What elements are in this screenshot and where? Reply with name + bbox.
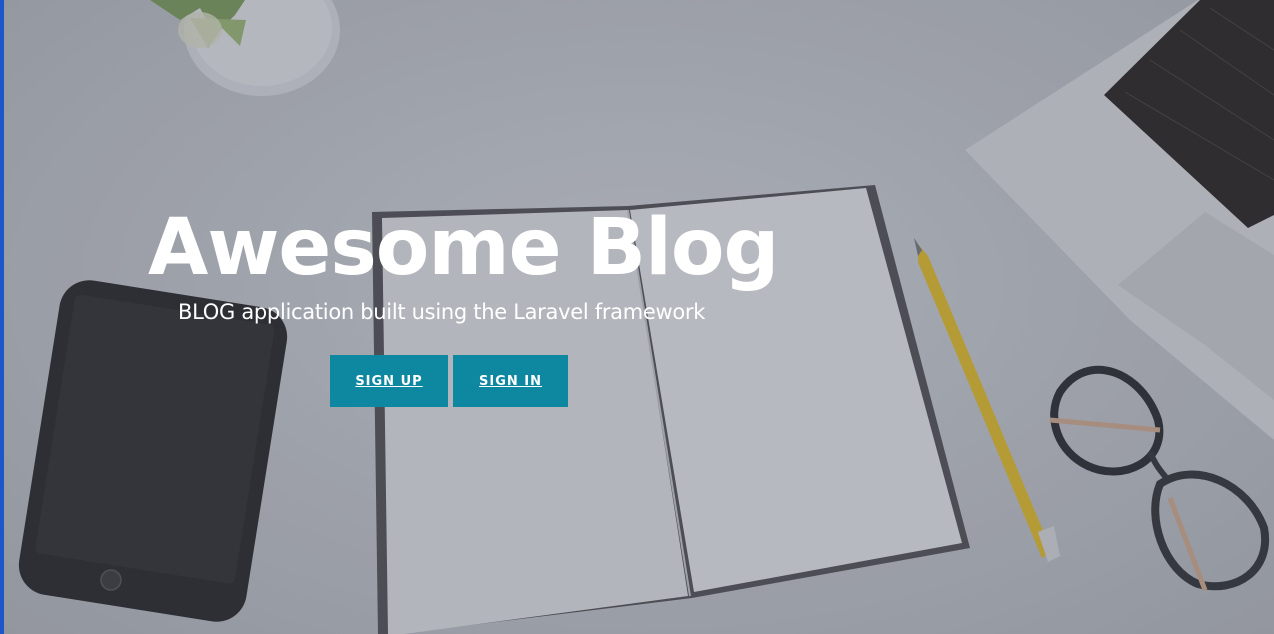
left-edge-accent <box>0 0 4 634</box>
hero-subtitle: BLOG application built using the Laravel… <box>178 300 706 324</box>
sign-up-button[interactable]: SIGN UP <box>330 355 448 407</box>
sign-in-button[interactable]: SIGN IN <box>453 355 568 407</box>
hero-section: Awesome Blog BLOG application built usin… <box>0 0 1274 634</box>
hero-title: Awesome Blog <box>148 203 779 293</box>
